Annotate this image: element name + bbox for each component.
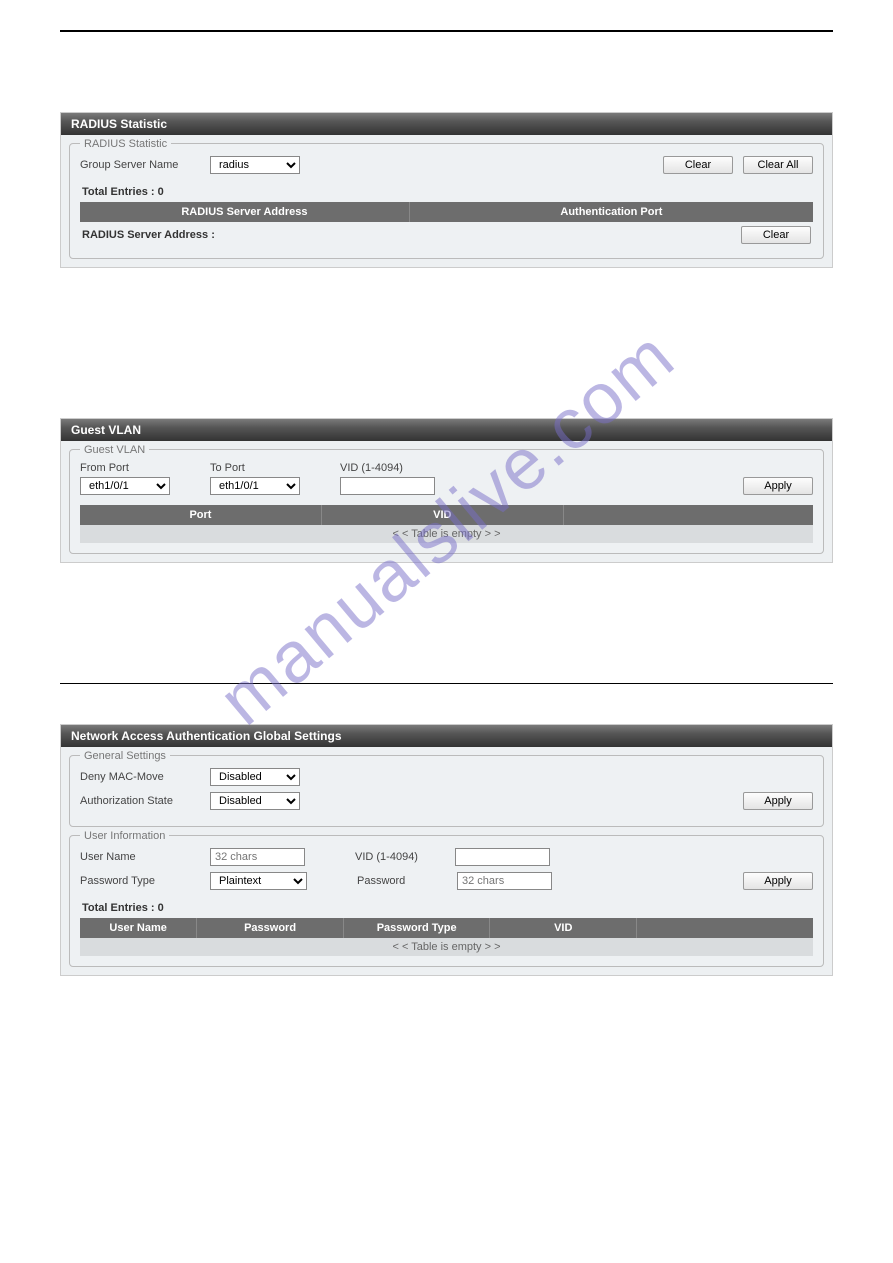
mid-horizontal-rule <box>60 683 833 684</box>
radius-address-row: RADIUS Server Address : Clear <box>80 222 813 248</box>
to-port-label: To Port <box>210 462 300 474</box>
group-server-name-label: Group Server Name <box>80 159 200 171</box>
vid-label-ui: VID (1-4094) <box>355 851 445 863</box>
clear-button[interactable]: Clear <box>663 156 733 174</box>
section-guest-vlan: Guest VLAN Guest VLAN From Port eth1/0/1… <box>60 418 833 563</box>
section-radius-statistic: RADIUS Statistic RADIUS Statistic Group … <box>60 112 833 268</box>
clear-all-button[interactable]: Clear All <box>743 156 813 174</box>
user-information-fieldset: User Information User Name VID (1-4094) … <box>69 835 824 967</box>
panel-title-guest-vlan: Guest VLAN <box>61 419 832 441</box>
user-table-empty: < < Table is empty > > <box>80 938 813 956</box>
guest-vlan-fieldset: Guest VLAN From Port eth1/0/1 To Port et… <box>69 449 824 554</box>
apply-button-general[interactable]: Apply <box>743 792 813 810</box>
col-username: User Name <box>80 918 197 938</box>
group-server-name-select[interactable]: radius <box>210 156 300 174</box>
col-password-type: Password Type <box>344 918 491 938</box>
guest-vlan-empty: < < Table is empty > > <box>80 525 813 543</box>
radius-fieldset: RADIUS Statistic Group Server Name radiu… <box>69 143 824 259</box>
vid-input-gv[interactable] <box>340 477 435 495</box>
from-port-select[interactable]: eth1/0/1 <box>80 477 170 495</box>
top-horizontal-rule <box>60 30 833 32</box>
password-type-label: Password Type <box>80 875 200 887</box>
col-vid-user: VID <box>490 918 637 938</box>
col-radius-address: RADIUS Server Address <box>80 202 410 222</box>
clear-button-row[interactable]: Clear <box>741 226 811 244</box>
total-entries-user: Total Entries : 0 <box>80 896 813 918</box>
col-password: Password <box>197 918 344 938</box>
authorization-state-select[interactable]: Disabled <box>210 792 300 810</box>
authorization-state-label: Authorization State <box>80 795 200 807</box>
to-port-select[interactable]: eth1/0/1 <box>210 477 300 495</box>
general-settings-legend: General Settings <box>80 750 170 762</box>
password-label: Password <box>357 875 447 887</box>
guest-vlan-table-header: Port VID <box>80 505 813 525</box>
apply-button-user[interactable]: Apply <box>743 872 813 890</box>
panel-title-radius: RADIUS Statistic <box>61 113 832 135</box>
vid-label-gv: VID (1-4094) <box>340 462 435 474</box>
radius-table-header: RADIUS Server Address Authentication Por… <box>80 202 813 222</box>
col-port: Port <box>80 505 322 525</box>
guest-vlan-panel: Guest VLAN Guest VLAN From Port eth1/0/1… <box>60 418 833 563</box>
section-network-access: Network Access Authentication Global Set… <box>60 724 833 976</box>
password-input[interactable] <box>457 872 552 890</box>
user-information-legend: User Information <box>80 830 169 842</box>
password-type-select[interactable]: Plaintext <box>210 872 307 890</box>
deny-mac-move-label: Deny MAC-Move <box>80 771 200 783</box>
from-port-label: From Port <box>80 462 170 474</box>
network-access-panel: Network Access Authentication Global Set… <box>60 724 833 976</box>
username-label: User Name <box>80 851 200 863</box>
guest-vlan-legend: Guest VLAN <box>80 444 149 456</box>
deny-mac-move-select[interactable]: Disabled <box>210 768 300 786</box>
col-blank-user <box>637 918 813 938</box>
col-vid-gv: VID <box>322 505 564 525</box>
total-entries-radius: Total Entries : 0 <box>80 180 813 202</box>
panel-title-network-access: Network Access Authentication Global Set… <box>61 725 832 747</box>
user-table-header: User Name Password Password Type VID <box>80 918 813 938</box>
general-settings-fieldset: General Settings Deny MAC-Move Disabled … <box>69 755 824 827</box>
username-input[interactable] <box>210 848 305 866</box>
col-auth-port: Authentication Port <box>410 202 813 222</box>
radius-fieldset-legend: RADIUS Statistic <box>80 138 171 150</box>
radius-statistic-panel: RADIUS Statistic RADIUS Statistic Group … <box>60 112 833 268</box>
col-blank-gv <box>564 505 813 525</box>
apply-button-gv[interactable]: Apply <box>743 477 813 495</box>
radius-server-address-label: RADIUS Server Address : <box>82 229 215 241</box>
vid-input-ui[interactable] <box>455 848 550 866</box>
